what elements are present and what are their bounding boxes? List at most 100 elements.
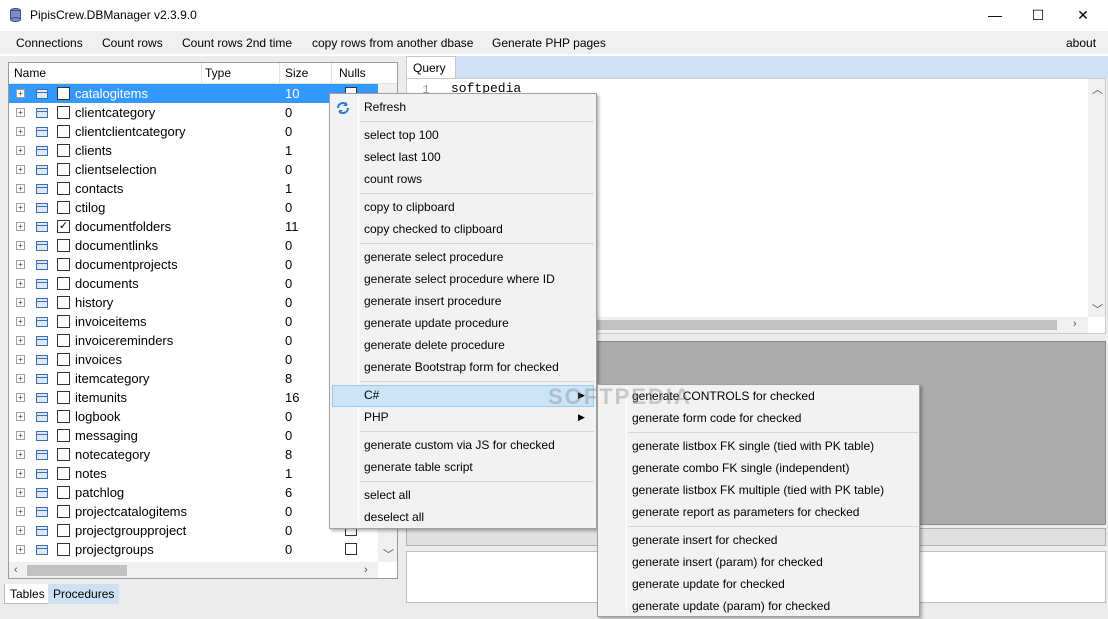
minimize-button[interactable]: — bbox=[972, 0, 1018, 31]
expand-icon[interactable]: + bbox=[16, 374, 25, 383]
row-checkbox[interactable] bbox=[57, 182, 70, 195]
menu-gen-insert[interactable]: generate insert procedure bbox=[364, 294, 501, 308]
header-separator[interactable] bbox=[201, 63, 202, 83]
row-checkbox[interactable] bbox=[57, 258, 70, 271]
expand-icon[interactable]: + bbox=[16, 431, 25, 440]
table-row[interactable]: + contacts 1 bbox=[9, 179, 379, 198]
scroll-down-icon[interactable]: ﹀ bbox=[383, 546, 394, 562]
nulls-checkbox[interactable] bbox=[345, 543, 357, 555]
menu-select-all[interactable]: select all bbox=[364, 488, 411, 502]
table-row[interactable]: + clientselection 0 bbox=[9, 160, 379, 179]
menu-copy-to-clipboard[interactable]: copy to clipboard bbox=[364, 200, 455, 214]
table-row[interactable]: + projectgroupproject 0 bbox=[9, 521, 379, 540]
expand-icon[interactable]: + bbox=[16, 222, 25, 231]
header-nulls[interactable]: Nulls bbox=[339, 66, 366, 80]
expand-icon[interactable]: + bbox=[16, 412, 25, 421]
table-row[interactable]: + clientcategory 0 bbox=[9, 103, 379, 122]
table-row[interactable]: + invoicereminders 0 bbox=[9, 331, 379, 350]
expand-icon[interactable]: + bbox=[16, 279, 25, 288]
menu-copy-checked[interactable]: copy checked to clipboard bbox=[364, 222, 503, 236]
header-separator[interactable] bbox=[331, 63, 332, 83]
scroll-right-icon[interactable]: › bbox=[364, 564, 368, 576]
scroll-down-icon[interactable]: ﹀ bbox=[1092, 301, 1103, 317]
expand-icon[interactable]: + bbox=[16, 260, 25, 269]
scroll-thumb[interactable] bbox=[27, 565, 127, 576]
row-checkbox[interactable] bbox=[57, 353, 70, 366]
menu-count-rows[interactable]: Count rows bbox=[102, 36, 163, 50]
row-checkbox[interactable] bbox=[57, 163, 70, 176]
table-row[interactable]: + notecategory 8 bbox=[9, 445, 379, 464]
scroll-right-icon[interactable]: › bbox=[1073, 318, 1077, 330]
tab-procedures[interactable]: Procedures bbox=[48, 584, 120, 604]
submenu-listbox-fk-single[interactable]: generate listbox FK single (tied with PK… bbox=[632, 439, 874, 453]
expand-icon[interactable]: + bbox=[16, 526, 25, 535]
menu-select-last-100[interactable]: select last 100 bbox=[364, 150, 441, 164]
header-separator[interactable] bbox=[279, 63, 280, 83]
menu-gen-table-script[interactable]: generate table script bbox=[364, 460, 473, 474]
table-row[interactable]: + history 0 bbox=[9, 293, 379, 312]
menu-gen-update[interactable]: generate update procedure bbox=[364, 316, 509, 330]
submenu-gen-form-code[interactable]: generate form code for checked bbox=[632, 411, 801, 425]
expand-icon[interactable]: + bbox=[16, 488, 25, 497]
menu-gen-select[interactable]: generate select procedure bbox=[364, 250, 503, 264]
menu-csharp[interactable]: C# bbox=[364, 388, 379, 402]
menu-gen-custom-js[interactable]: generate custom via JS for checked bbox=[364, 438, 555, 452]
table-row[interactable]: + notes 1 bbox=[9, 464, 379, 483]
menu-copy-rows[interactable]: copy rows from another dbase bbox=[312, 36, 473, 50]
menu-count-rows-2nd[interactable]: Count rows 2nd time bbox=[182, 36, 292, 50]
row-checkbox[interactable] bbox=[57, 296, 70, 309]
table-row[interactable]: + documentprojects 0 bbox=[9, 255, 379, 274]
submenu-listbox-fk-multiple[interactable]: generate listbox FK multiple (tied with … bbox=[632, 483, 884, 497]
table-row[interactable]: + projectcatalogitems 0 bbox=[9, 502, 379, 521]
menu-about[interactable]: about bbox=[1066, 36, 1096, 50]
row-checkbox[interactable] bbox=[57, 201, 70, 214]
row-checkbox[interactable] bbox=[57, 429, 70, 442]
row-checkbox[interactable] bbox=[57, 315, 70, 328]
row-checkbox[interactable] bbox=[57, 334, 70, 347]
row-checkbox[interactable] bbox=[57, 391, 70, 404]
submenu-update-param[interactable]: generate update (param) for checked bbox=[632, 599, 830, 613]
table-row[interactable]: + ✓ documentfolders 11 bbox=[9, 217, 379, 236]
tree-horizontal-scrollbar[interactable]: ‹ › bbox=[9, 562, 378, 578]
expand-icon[interactable]: + bbox=[16, 450, 25, 459]
table-row[interactable]: + invoiceitems 0 bbox=[9, 312, 379, 331]
menu-php[interactable]: PHP bbox=[364, 410, 389, 424]
scroll-left-icon[interactable]: ‹ bbox=[14, 564, 18, 576]
row-checkbox[interactable] bbox=[57, 106, 70, 119]
row-checkbox[interactable] bbox=[57, 372, 70, 385]
table-row[interactable]: + clientclientcategory 0 bbox=[9, 122, 379, 141]
table-row[interactable]: + invoices 0 bbox=[9, 350, 379, 369]
row-checkbox[interactable] bbox=[57, 505, 70, 518]
scroll-up-icon[interactable]: ︿ bbox=[1092, 81, 1103, 97]
row-checkbox[interactable] bbox=[57, 144, 70, 157]
table-row[interactable]: + messaging 0 bbox=[9, 426, 379, 445]
expand-icon[interactable]: + bbox=[16, 507, 25, 516]
expand-icon[interactable]: + bbox=[16, 545, 25, 554]
menu-refresh[interactable]: Refresh bbox=[364, 100, 406, 114]
submenu-report-params[interactable]: generate report as parameters for checke… bbox=[632, 505, 859, 519]
header-size[interactable]: Size bbox=[285, 66, 308, 80]
menu-generate-php[interactable]: Generate PHP pages bbox=[492, 36, 606, 50]
editor-horizontal-scrollbar[interactable]: › bbox=[597, 317, 1088, 333]
row-checkbox[interactable] bbox=[57, 239, 70, 252]
submenu-update-checked[interactable]: generate update for checked bbox=[632, 577, 785, 591]
expand-icon[interactable]: + bbox=[16, 317, 25, 326]
row-checkbox[interactable] bbox=[57, 467, 70, 480]
table-row[interactable]: + clients 1 bbox=[9, 141, 379, 160]
table-row[interactable]: + catalogitems 10 bbox=[9, 84, 379, 103]
row-checkbox[interactable]: ✓ bbox=[57, 220, 70, 233]
expand-icon[interactable]: + bbox=[16, 146, 25, 155]
menu-gen-delete[interactable]: generate delete procedure bbox=[364, 338, 505, 352]
row-checkbox[interactable] bbox=[57, 125, 70, 138]
expand-icon[interactable]: + bbox=[16, 108, 25, 117]
expand-icon[interactable]: + bbox=[16, 393, 25, 402]
table-row[interactable]: + documents 0 bbox=[9, 274, 379, 293]
maximize-button[interactable]: ☐ bbox=[1015, 0, 1061, 31]
row-checkbox[interactable] bbox=[57, 448, 70, 461]
row-checkbox[interactable] bbox=[57, 277, 70, 290]
submenu-insert-param[interactable]: generate insert (param) for checked bbox=[632, 555, 823, 569]
submenu-combo-fk-single[interactable]: generate combo FK single (independent) bbox=[632, 461, 849, 475]
row-checkbox[interactable] bbox=[57, 543, 70, 556]
table-row[interactable]: + itemcategory 8 bbox=[9, 369, 379, 388]
expand-icon[interactable]: + bbox=[16, 469, 25, 478]
